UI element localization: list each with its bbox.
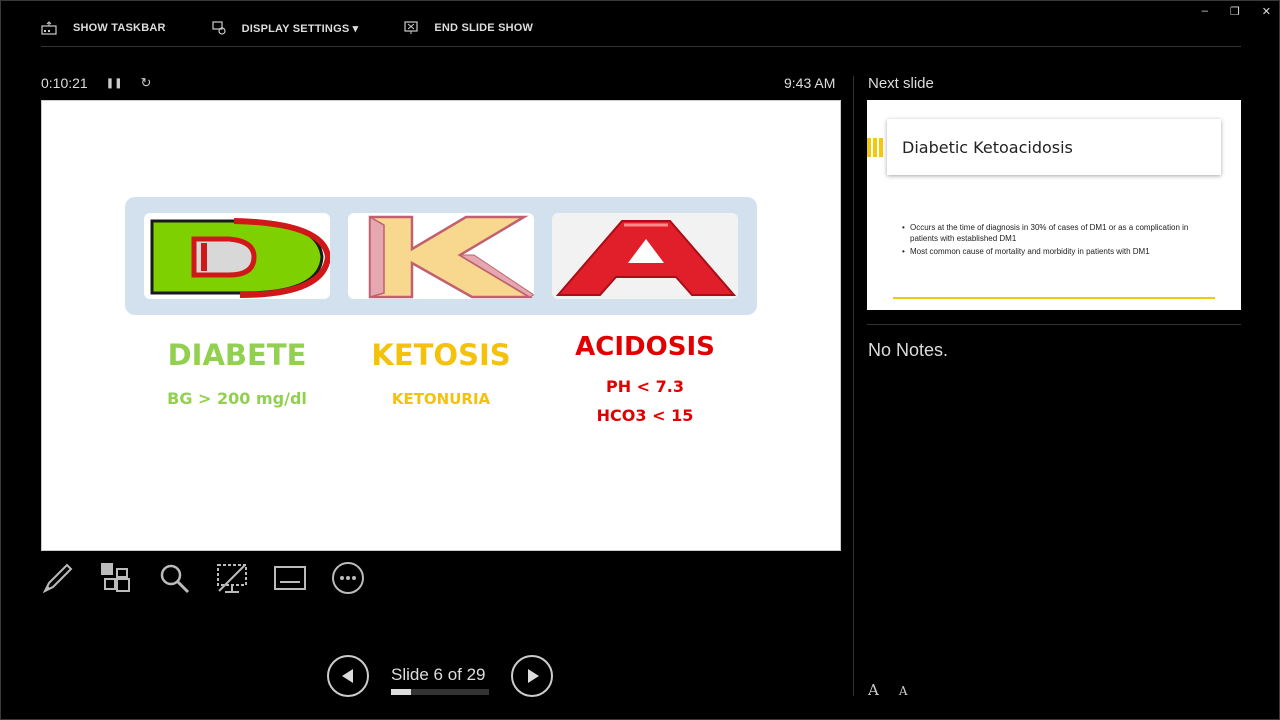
reset-timer-icon[interactable]: ↻	[140, 75, 151, 91]
restore-icon[interactable]: ❐	[1230, 5, 1240, 18]
bicarbonate-criteria: HCO3 < 15	[596, 406, 694, 425]
slide-tools	[41, 561, 365, 595]
next-slide-bullet: Most common cause of mortality and morbi…	[902, 246, 1202, 257]
presenter-view-window: SHOW TASKBAR DISPLAY SETTINGS ▾ END SLID…	[0, 0, 1280, 720]
pen-icon	[42, 563, 73, 594]
next-slide-title: Diabetic Ketoacidosis	[902, 138, 1073, 157]
increase-font-icon[interactable]: A	[868, 681, 879, 699]
pane-divider[interactable]	[853, 76, 854, 696]
slide-progress-fill	[391, 689, 412, 695]
minimize-icon[interactable]: –	[1202, 5, 1208, 18]
notes-divider	[867, 324, 1241, 325]
speaker-notes: No Notes.	[868, 340, 949, 360]
more-options-button[interactable]	[331, 561, 365, 595]
elapsed-time: 0:10:21	[41, 75, 88, 91]
more-options-icon	[332, 562, 364, 594]
letter-a-art: A	[555, 220, 737, 296]
black-screen-icon	[217, 564, 247, 593]
decrease-font-icon[interactable]: A	[899, 681, 908, 699]
end-show-icon	[404, 21, 418, 34]
previous-slide-button[interactable]	[327, 655, 369, 697]
blood-glucose-criteria: BG > 200 mg/dl	[167, 389, 307, 408]
toolbar-divider	[41, 46, 1241, 47]
next-slide-title-box: Diabetic Ketoacidosis	[887, 119, 1221, 175]
end-slide-show-label: END SLIDE SHOW	[434, 22, 534, 34]
current-time: 9:43 AM	[784, 75, 836, 91]
slide-counter: Slide 6 of 29	[391, 665, 486, 684]
letter-a-tile: A	[552, 213, 738, 299]
display-settings-label: DISPLAY SETTINGS ▾	[241, 22, 359, 35]
display-settings-icon	[212, 21, 226, 35]
dka-letters-banner: D K A	[125, 197, 757, 315]
next-arrow-icon	[528, 669, 539, 683]
next-slide-label: Next slide	[868, 75, 934, 92]
previous-arrow-icon	[342, 669, 353, 683]
next-slide-bullet: Occurs at the time of diagnosis in 30% o…	[902, 222, 1202, 244]
close-icon[interactable]: ✕	[1262, 5, 1271, 18]
current-slide[interactable]: D K A DIABETE BG > 200 mg/dl KETOSIS KET…	[41, 100, 841, 551]
slide-timer: 0:10:21 ❚❚ ↻	[41, 75, 151, 91]
letter-d-tile: D	[144, 213, 330, 299]
next-slide-footer-line	[893, 297, 1215, 299]
black-screen-button[interactable]	[215, 561, 249, 595]
display-settings-button[interactable]: DISPLAY SETTINGS ▾	[212, 21, 359, 35]
notes-font-controls: A A	[868, 681, 908, 699]
acidosis-heading: ACIDOSIS	[575, 332, 715, 362]
subtitles-icon	[274, 566, 306, 590]
ph-criteria: PH < 7.3	[605, 377, 684, 396]
letter-k-art: K	[368, 215, 534, 299]
letter-d-art: D	[150, 218, 330, 298]
show-taskbar-label: SHOW TASKBAR	[73, 22, 166, 34]
ketonuria-criteria: KETONURIA	[391, 390, 491, 408]
slide-navigation: Slide 6 of 29	[327, 655, 557, 697]
see-all-slides-button[interactable]	[99, 561, 133, 595]
slide-progress-bar	[391, 689, 489, 695]
see-all-slides-icon	[101, 563, 130, 592]
next-slide-bullets: Occurs at the time of diagnosis in 30% o…	[902, 222, 1202, 259]
diabete-heading: DIABETE	[167, 338, 307, 372]
zoom-button[interactable]	[157, 561, 191, 595]
pen-tool-button[interactable]	[41, 561, 75, 595]
next-slide-preview[interactable]: Diabetic Ketoacidosis Occurs at the time…	[867, 100, 1241, 310]
taskbar-icon	[41, 21, 57, 35]
letter-k-tile: K	[348, 213, 534, 299]
end-slide-show-button[interactable]: END SLIDE SHOW	[404, 21, 533, 35]
presenter-toolbar: SHOW TASKBAR DISPLAY SETTINGS ▾ END SLID…	[41, 16, 579, 40]
window-controls: – ❐ ✕	[1202, 5, 1271, 18]
accent-bars	[867, 138, 883, 157]
ketosis-heading: KETOSIS	[371, 338, 511, 372]
pause-icon[interactable]: ❚❚	[106, 78, 123, 89]
next-slide-button[interactable]	[511, 655, 553, 697]
subtitles-button[interactable]	[273, 561, 307, 595]
zoom-icon	[160, 564, 190, 594]
show-taskbar-button[interactable]: SHOW TASKBAR	[41, 21, 166, 35]
